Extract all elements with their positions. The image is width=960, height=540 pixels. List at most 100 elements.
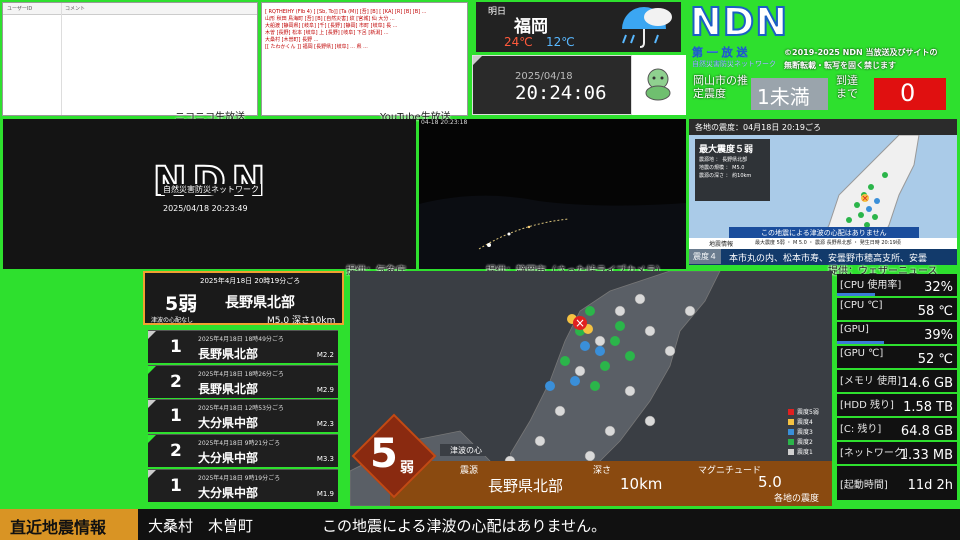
- quake-time: 2025年4月18日 9時19分ごろ: [198, 475, 281, 482]
- stat-value: 52 ℃: [917, 352, 953, 367]
- niconico-comment-panel: ユーザーID コメント: [2, 2, 258, 116]
- wn-info-label: 地震情報: [709, 241, 734, 248]
- quake-time: 2025年4月18日 18時26分ごろ: [198, 371, 284, 378]
- stat-key: [GPU]: [840, 324, 869, 335]
- mascot-icon: [638, 63, 678, 107]
- main-stream-panel: NDN 自然災害防災ネットワーク 2025/04/18 20:23:49: [3, 119, 416, 269]
- quake-item-marker: [148, 400, 156, 408]
- youtube-comments: [ RQTHEIHY (Flb 4) ] [Sb, To]] [Ta (M)] …: [265, 9, 427, 50]
- legend-item: 震度4: [797, 419, 813, 426]
- legend-item: 震度5弱: [797, 409, 819, 416]
- quake-place: 大分県中部: [198, 416, 259, 430]
- quake-scale: 2: [170, 441, 182, 461]
- stat-key: [CPU 使用率]: [840, 280, 902, 291]
- depth-value: 10km: [620, 475, 663, 493]
- depth-label: 深さ: [593, 466, 612, 476]
- stat-row: [GPU] 39%: [837, 322, 957, 345]
- weather-low: 12℃: [546, 35, 575, 49]
- epicenter-label: 震源: [460, 466, 479, 476]
- legend-item: 震度2: [797, 439, 813, 446]
- quake-item[interactable]: 2025年4月18日 9時21分ごろ 2 大分県中部 M3.3: [148, 434, 338, 467]
- live-camera-panel: 04-18 20:23:18: [419, 119, 686, 269]
- arrival-countdown: 0: [900, 79, 916, 107]
- quake-mag: M2.3: [316, 420, 334, 428]
- mag-label: マグニチュード: [698, 466, 762, 476]
- mascot-panel: [632, 55, 686, 115]
- quake-item[interactable]: 2025年4月18日 18時26分ごろ 2 長野県北部 M2.9: [148, 365, 338, 398]
- stat-key: [HDD 残り]: [840, 400, 894, 411]
- latest-date: 2025年4月18日 20時19分ごろ: [200, 277, 301, 285]
- clock-panel: 2025/04/18 20:24:06: [472, 55, 632, 115]
- wn-details: 震源地 ： 長野県北部 地震の規模 ： M5.0 震源の深さ ： 約10km: [699, 157, 752, 179]
- stat-value: 32%: [924, 280, 953, 295]
- stat-bar: [837, 293, 875, 296]
- latest-scale: 5弱: [165, 293, 198, 315]
- latest-mag: M5.0 深さ10km: [267, 316, 336, 326]
- camera-scene: [419, 195, 686, 269]
- quake-place: 長野県北部: [198, 382, 259, 396]
- quake-item[interactable]: 2025年4月18日 12時53分ごろ 1 大分県中部 M2.3: [148, 399, 338, 432]
- weather-day: 明日: [488, 7, 507, 17]
- stat-value: 39%: [924, 328, 953, 343]
- stat-value: 64.8 GB: [900, 424, 953, 439]
- quake-time: 2025年4月18日 9時21分ごろ: [198, 440, 281, 447]
- footer-message: この地震による津波の心配はありません。: [322, 517, 607, 535]
- youtube-comment-panel: [ RQTHEIHY (Flb 4) ] [Sb, To]] [Ta (M)] …: [261, 2, 468, 116]
- quake-item-marker: [148, 331, 156, 339]
- legend-item: 震度3: [797, 429, 813, 436]
- stat-key: [C: 残り]: [840, 424, 882, 435]
- quake-item[interactable]: 2025年4月18日 9時19分ごろ 1 大分県中部 M1.9: [148, 469, 338, 502]
- latest-tsunami: 津波の心配なし: [151, 317, 194, 324]
- stat-row: [C: 残り] 64.8 GB: [837, 418, 957, 441]
- stat-row: [CPU 使用率] 32%: [837, 274, 957, 297]
- weather-panel: 明日 福岡 24℃ 12℃: [476, 2, 681, 52]
- stat-row: [GPU ℃] 52 ℃: [837, 346, 957, 369]
- scale-suffix: 弱: [400, 460, 414, 476]
- wn-max-label: 最大震度５弱: [699, 145, 754, 155]
- quake-mag: M2.2: [316, 351, 334, 359]
- stream-timestamp: 2025/04/18 20:23:49: [163, 204, 248, 213]
- wn-info-card: 最大震度５弱 震源地 ： 長野県北部 地震の規模 ： M5.0 震源の深さ ： …: [695, 139, 770, 201]
- umbrella-rain-icon: [616, 5, 676, 55]
- epicenter-value: 長野県北部: [488, 477, 564, 495]
- wn-tsunami-banner: この地震による津波の心配はありません: [729, 227, 919, 238]
- quake-time: 2025年4月18日 18時49分ごろ: [198, 336, 284, 343]
- stat-row: [HDD 残り] 1.58 TB: [837, 394, 957, 417]
- svg-text:×: ×: [861, 194, 869, 204]
- stat-row: [CPU ℃] 58 ℃: [837, 298, 957, 321]
- footer-bar: 直近地震情報 大桑村 木曽町 この地震による津波の心配はありません。: [0, 509, 960, 540]
- weather-high: 24℃: [504, 35, 533, 49]
- scale-digit: 5: [370, 431, 398, 477]
- quake-item-marker: [148, 366, 156, 374]
- quake-place: 長野県北部: [198, 347, 259, 361]
- niconico-col-user: ユーザーID: [7, 6, 33, 12]
- stat-key: [メモリ 使用]: [840, 376, 901, 387]
- stat-row: [起動時間] 11d 2h: [837, 466, 957, 501]
- wn-info-detail: 最大震度 5弱 ・ M 5.0 ・ 震源 長野県北部 ・ 発生日時 20:19頃: [755, 240, 901, 246]
- mag-value: 5.0: [758, 473, 782, 491]
- niconico-col-comment: コメント: [65, 6, 86, 12]
- brand-subtitle: 第 一 放 送: [692, 46, 748, 59]
- area-label: 各地の震度: [774, 494, 820, 504]
- quake-place: 大分県中部: [198, 451, 259, 465]
- quake-item[interactable]: 2025年4月18日 18時49分ごろ 1 長野県北部 M2.2: [148, 330, 338, 363]
- wn-ticker-level: 震度４: [689, 249, 721, 264]
- stat-key: [起動時間]: [840, 480, 888, 491]
- jma-info-bar: 震源 長野県北部 深さ 10km マグニチュード 5.0 各地の震度: [390, 461, 832, 506]
- quake-scale: 1: [170, 406, 182, 426]
- jma-legend: 震度5弱 震度4 震度3 震度2 震度1: [788, 407, 832, 461]
- legend-item: 震度1: [797, 449, 813, 456]
- wn-info-bar: 地震情報 最大震度 5弱 ・ M 5.0 ・ 震源 長野県北部 ・ 発生日時 2…: [689, 238, 957, 249]
- stat-row: [ネットワーク] 1.33 MB: [837, 442, 957, 465]
- footer-places: 大桑村 木曽町: [148, 517, 254, 535]
- latest-quake-card: 2025年4月18日 20時19分ごろ 5弱 長野県北部 津波の心配なし M5.…: [143, 271, 344, 326]
- quake-item-marker: [148, 435, 156, 443]
- jma-map-panel: × 震度5弱 震度4 震度3 震度2 震度1 震源 長野県北部 深さ 10km …: [350, 271, 832, 506]
- stat-value: 11d 2h: [907, 478, 953, 493]
- stat-key: [ネットワーク]: [840, 448, 908, 459]
- footer-title-box: 直近地震情報: [0, 509, 138, 540]
- stat-value: 1.58 TB: [903, 400, 953, 415]
- stat-value: 58 ℃: [917, 304, 953, 319]
- quake-time: 2025年4月18日 12時53分ごろ: [198, 405, 284, 412]
- stat-bar: [837, 341, 884, 344]
